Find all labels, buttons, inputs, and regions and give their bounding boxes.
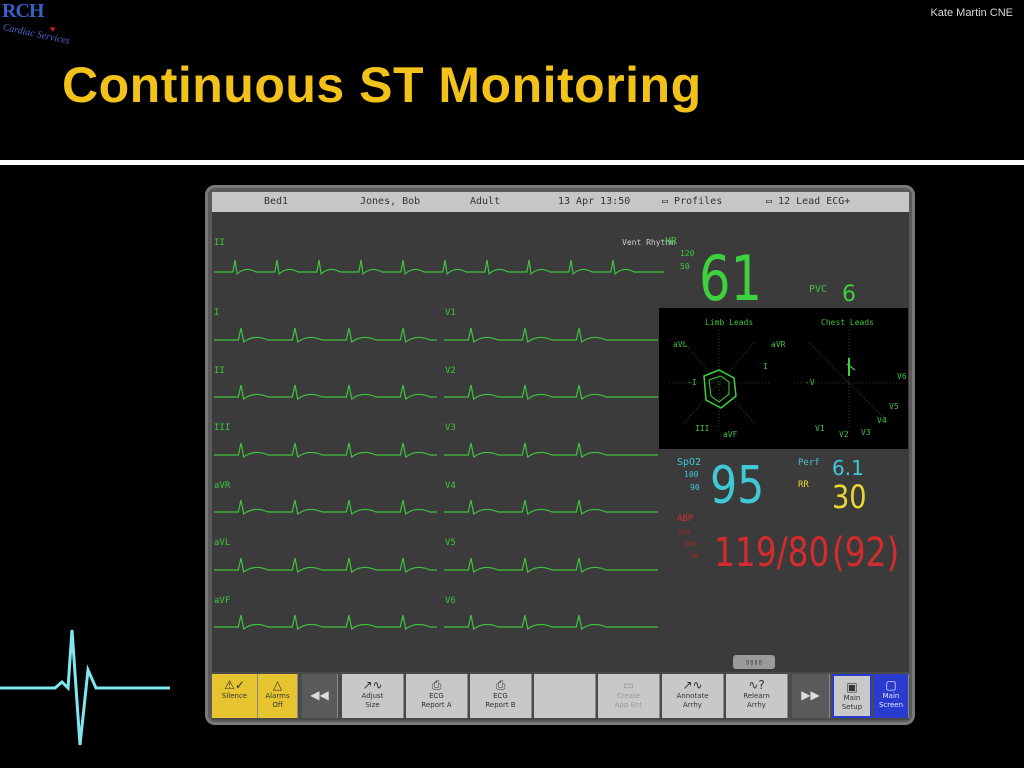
ecg-pulse-icon (0, 629, 170, 746)
ecg-report-b-button[interactable]: ⎙ ECG Report B (470, 674, 532, 718)
relearn-arrhy-button[interactable]: ∿? Relearn Arrhy (726, 674, 788, 718)
profiles-button[interactable]: ▭ Profiles (662, 196, 722, 207)
ecg-trace (444, 614, 658, 631)
monitor-screen: Bed1 Jones, Bob Adult 13 Apr 13:50 ▭ Pro… (212, 192, 909, 720)
window-icon: ▭ (622, 678, 635, 692)
respiratory-rate-value: 30 (832, 478, 867, 516)
patient-name: Jones, Bob (360, 196, 421, 207)
date-time: 13 Apr 13:50 (558, 196, 631, 207)
bed-label: Bed1 (264, 196, 289, 207)
adjust-wave-icon: ↗∿ (362, 678, 383, 692)
ecg-trace (214, 499, 437, 516)
annotate-arrhy-button[interactable]: ↗∿ Annotate Arrhy (662, 674, 724, 718)
spo2-value: 95 (710, 456, 765, 516)
st-label: -V (805, 378, 815, 387)
st-label: V3 (861, 428, 871, 437)
st-label: aVL (673, 340, 688, 349)
ecg-trace (444, 442, 658, 459)
hr-label: HR (665, 236, 678, 247)
silence-button[interactable]: ⚠✓ Silence (212, 674, 258, 718)
ecg-trace (444, 499, 658, 516)
st-label: V5 (889, 402, 899, 411)
printer-icon: ⎙ (431, 678, 442, 692)
page-indicator: ▯▯▯▯ (733, 655, 775, 669)
create-app-entry-button[interactable]: ▭ Create App Ent (598, 674, 660, 718)
heart-rate-value: 61 (699, 242, 763, 315)
alarm-triangle-icon: △ (272, 678, 283, 692)
fast-forward-icon: ▶▶ (801, 688, 820, 702)
spo2-low-limit: 90 (690, 483, 700, 492)
ecg-trace (214, 442, 437, 459)
st-label: V6 (897, 372, 907, 381)
slide-title: Continuous ST Monitoring (62, 57, 702, 113)
st-label: V1 (815, 424, 825, 433)
heart-icon: ♥ (50, 24, 56, 34)
rewind-icon: ◀◀ (310, 688, 329, 702)
ecg-trace (214, 327, 437, 344)
abp-label: ABP (677, 514, 694, 524)
rch-logo: RCH Cardiac Services ♥ (1, 0, 71, 47)
ecg-trace (214, 614, 437, 631)
setup-icon: ▣ (846, 680, 858, 694)
hr-low-limit: 50 (680, 262, 690, 271)
alarm-silence-icon: ⚠✓ (224, 678, 245, 692)
abp-limit: Sys (678, 528, 691, 536)
st-label: III (695, 424, 710, 433)
ecg-trace (444, 384, 658, 401)
st-label: aVR (771, 340, 786, 349)
screen-icon: ▢ (885, 678, 897, 692)
author-credit: Kate Martin CNE (930, 7, 1013, 19)
annotate-wave-icon: ↗∿ (682, 678, 703, 692)
st-label: V2 (839, 430, 849, 439)
main-screen-button[interactable]: ▢ Main Screen (874, 674, 909, 718)
abp-limit: 90 (690, 552, 699, 560)
st-label: aVF (723, 430, 738, 439)
pvc-label: PVC (809, 284, 828, 295)
relearn-wave-icon: ∿? (748, 678, 765, 692)
pvc-value: 6 (842, 282, 856, 307)
ecg-report-a-button[interactable]: ⎙ ECG Report A (406, 674, 468, 718)
hr-high-limit: 120 (680, 249, 695, 258)
ecg-trace (214, 384, 437, 401)
spo2-label: SpO2 (677, 457, 702, 468)
main-setup-button[interactable]: ▣ Main Setup (832, 674, 872, 718)
abp-value: 119/80 (714, 530, 830, 576)
monitor-status-bar: Bed1 Jones, Bob Adult 13 Apr 13:50 ▭ Pro… (212, 192, 909, 212)
previous-page-button[interactable]: ◀◀ (302, 674, 338, 718)
abp-mean-value: (92) (832, 530, 900, 576)
title-divider (0, 160, 1024, 165)
ecg-trace (214, 259, 664, 276)
ecg-trace (444, 557, 658, 574)
twelve-lead-button[interactable]: ▭ 12 Lead ECG+ (766, 196, 850, 207)
printer-icon: ⎙ (495, 678, 506, 692)
st-map-panel: Limb Leads Chest Leads aVL aVR -I I III … (659, 308, 908, 449)
empty-key (534, 674, 596, 718)
perf-label: Perf (798, 458, 820, 468)
st-label: -I (687, 378, 697, 387)
st-label: V4 (877, 416, 887, 425)
adjust-size-button[interactable]: ↗∿ Adjust Size (342, 674, 404, 718)
alarms-off-button[interactable]: △ Alarms Off (258, 674, 298, 718)
abp-limit: 160 (684, 540, 697, 548)
ecg-trace (444, 327, 658, 344)
next-page-button[interactable]: ▶▶ (792, 674, 830, 718)
spo2-high-limit: 100 (684, 470, 699, 479)
smartkey-bar: ⚠✓ Silence △ Alarms Off ◀◀ ↗∿ Adjust Siz… (212, 672, 909, 720)
rr-label: RR (798, 480, 809, 490)
patient-category: Adult (470, 196, 501, 207)
ecg-trace (214, 557, 437, 574)
st-label: I (763, 362, 768, 371)
perf-value: 6.1 (832, 456, 864, 480)
